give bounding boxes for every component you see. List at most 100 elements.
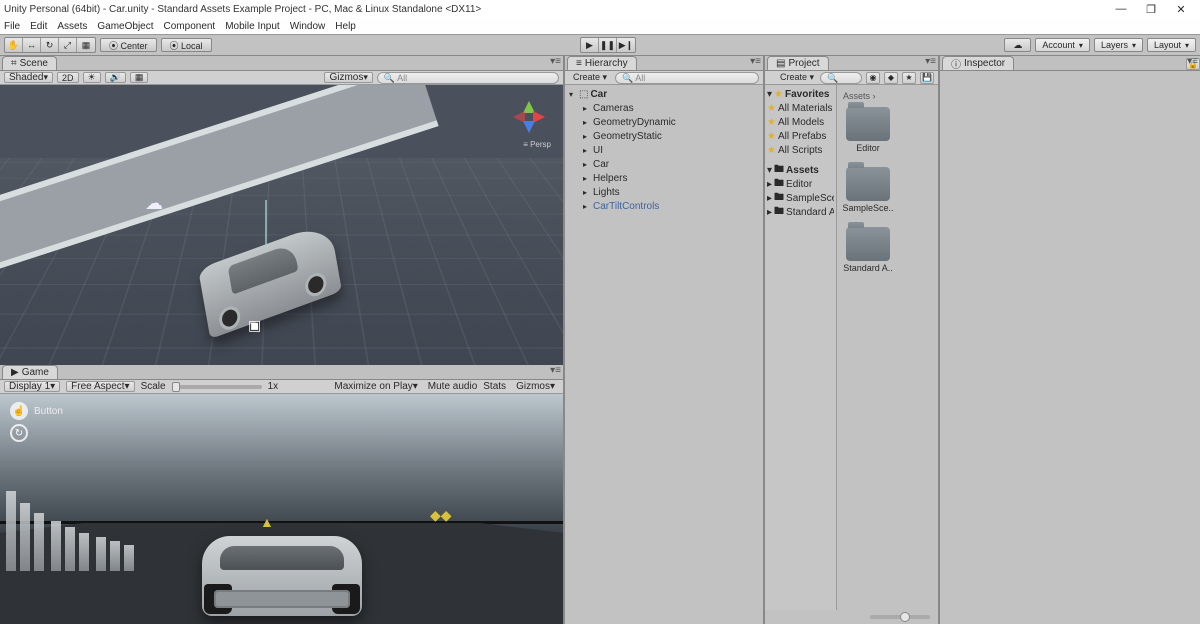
favorite-item[interactable]: ★All Models <box>767 115 834 129</box>
foldout-icon[interactable] <box>583 159 591 170</box>
scale-tool-button[interactable]: ⤢ <box>59 38 77 52</box>
project-create-button[interactable]: Create ▾ <box>776 72 818 83</box>
asset-tree-item[interactable]: ▸🖿Editor <box>767 177 834 191</box>
game-view[interactable]: ▲ ◆◆ ☝ Button ↻ <box>0 394 563 624</box>
gv-ui-button[interactable]: ☝ Button <box>10 402 63 420</box>
hierarchy-item[interactable]: Cameras <box>567 101 761 115</box>
favorite-item[interactable]: ★All Materials <box>767 101 834 115</box>
window-close-button[interactable]: ✕ <box>1166 0 1196 18</box>
scene-pane-menu[interactable]: ▾≡ <box>550 56 561 67</box>
foldout-icon[interactable]: ▸ <box>767 207 772 218</box>
asset-tree-item[interactable]: ▸🖿Standard As <box>767 205 834 219</box>
hierarchy-item[interactable]: Car <box>567 157 761 171</box>
menu-help[interactable]: Help <box>335 21 356 32</box>
layout-dropdown[interactable]: Layout <box>1147 38 1196 52</box>
asset-folder[interactable]: Standard A.. <box>843 227 893 273</box>
hierarchy-item[interactable]: GeometryStatic <box>567 129 761 143</box>
foldout-icon[interactable]: ▾ <box>767 89 772 100</box>
pivot-center-toggle[interactable]: ⦿ Center <box>100 38 157 52</box>
menu-mobileinput[interactable]: Mobile Input <box>225 21 279 32</box>
search-filter-asset-button[interactable]: ◉ <box>866 72 880 84</box>
project-tab[interactable]: ▤ Project <box>767 56 829 70</box>
hierarchy-tab[interactable]: ≡ Hierarchy <box>567 56 637 70</box>
favorite-item[interactable]: ★All Scripts <box>767 143 834 157</box>
rotate-tool-button[interactable]: ↻ <box>41 38 59 52</box>
asset-tree-item[interactable]: ▸🖿SampleScen <box>767 191 834 205</box>
foldout-icon[interactable] <box>583 145 591 156</box>
inspector-pane-menu[interactable]: ▾≡ <box>1187 56 1198 67</box>
scene-root-row[interactable]: ⬚ Car <box>567 87 761 101</box>
foldout-icon[interactable] <box>569 89 577 100</box>
menu-gameobject[interactable]: GameObject <box>97 21 153 32</box>
menu-window[interactable]: Window <box>290 21 326 32</box>
window-minimize-button[interactable]: — <box>1106 0 1136 18</box>
stats-toggle[interactable]: Stats <box>483 381 506 392</box>
move-tool-button[interactable]: ↔ <box>23 38 41 52</box>
window-maximize-button[interactable]: ❐ <box>1136 0 1166 18</box>
scene-search-input[interactable]: 🔍 All <box>377 72 559 84</box>
orientation-gizmo[interactable]: ≡ Persp <box>507 95 551 139</box>
project-pane-menu[interactable]: ▾≡ <box>925 56 936 67</box>
hand-tool-button[interactable]: ✋ <box>5 38 23 52</box>
search-filter-label-button[interactable]: ★ <box>902 72 916 84</box>
hierarchy-search-input[interactable]: 🔍 All <box>615 72 759 84</box>
game-gizmos-dropdown[interactable]: Gizmos <box>512 381 559 392</box>
layers-dropdown[interactable]: Layers <box>1094 38 1143 52</box>
menu-edit[interactable]: Edit <box>30 21 47 32</box>
scene-tab[interactable]: ⌗ Scene <box>2 56 57 70</box>
hierarchy-item[interactable]: UI <box>567 143 761 157</box>
gizmo-z-axis-icon[interactable] <box>523 121 535 139</box>
scene-2d-toggle[interactable]: 2D <box>57 72 79 83</box>
scene-view[interactable]: ☁ ▣ ≡ Persp <box>0 85 563 365</box>
display-dropdown[interactable]: Display 1 <box>4 381 60 392</box>
foldout-icon[interactable] <box>583 103 591 114</box>
hierarchy-pane-menu[interactable]: ▾≡ <box>750 56 761 67</box>
game-pane-menu[interactable]: ▾≡ <box>550 365 561 376</box>
account-dropdown[interactable]: Account <box>1035 38 1090 52</box>
project-breadcrumb[interactable]: Assets › <box>843 91 932 101</box>
search-save-button[interactable]: 💾 <box>920 72 934 84</box>
gizmo-x-axis-icon[interactable] <box>533 111 551 123</box>
scene-light-toggle[interactable]: ☀ <box>83 72 101 83</box>
asset-folder[interactable]: SampleSce.. <box>843 167 893 213</box>
hierarchy-item[interactable]: GeometryDynamic <box>567 115 761 129</box>
foldout-icon[interactable] <box>583 173 591 184</box>
hierarchy-item[interactable]: Helpers <box>567 171 761 185</box>
scene-audio-toggle[interactable]: 🔊 <box>105 72 126 83</box>
aspect-dropdown[interactable]: Free Aspect <box>66 381 134 392</box>
maximize-on-play-toggle[interactable]: Maximize on Play <box>330 381 421 392</box>
game-tab[interactable]: ▶ Game <box>2 365 58 379</box>
thumbnail-size-slider[interactable] <box>870 615 930 619</box>
project-asset-grid[interactable]: Assets › Editor SampleSce.. Standard A.. <box>837 85 938 610</box>
favorite-item[interactable]: ★All Prefabs <box>767 129 834 143</box>
menu-file[interactable]: File <box>4 21 20 32</box>
foldout-icon[interactable] <box>583 117 591 128</box>
menu-assets[interactable]: Assets <box>57 21 87 32</box>
gizmos-dropdown[interactable]: Gizmos ▾ <box>324 72 372 83</box>
shading-dropdown[interactable]: Shaded ▾ <box>4 72 53 83</box>
assets-header[interactable]: ▾🖿Assets <box>767 163 834 177</box>
rect-tool-button[interactable]: ▦ <box>77 38 95 52</box>
menu-component[interactable]: Component <box>164 21 216 32</box>
foldout-icon[interactable]: ▸ <box>767 179 772 190</box>
hierarchy-item-selected[interactable]: CarTiltControls <box>567 199 761 213</box>
gv-ui-refresh-button[interactable]: ↻ <box>10 424 28 442</box>
gizmo-persp-label[interactable]: ≡ Persp <box>523 140 551 149</box>
project-search-input[interactable]: 🔍 <box>820 72 862 84</box>
foldout-icon[interactable] <box>583 131 591 142</box>
cloud-button[interactable]: ☁ <box>1004 38 1031 52</box>
favorites-header[interactable]: ▾★Favorites <box>767 87 834 101</box>
foldout-icon[interactable]: ▾ <box>767 165 772 176</box>
foldout-icon[interactable]: ▸ <box>767 193 772 204</box>
hierarchy-item[interactable]: Lights <box>567 185 761 199</box>
pivot-local-toggle[interactable]: ⦿ Local <box>161 38 212 52</box>
search-filter-type-button[interactable]: ◆ <box>884 72 898 84</box>
mute-audio-toggle[interactable]: Mute audio <box>428 381 477 392</box>
asset-folder[interactable]: Editor <box>843 107 893 153</box>
scale-slider[interactable] <box>172 385 262 389</box>
pause-button[interactable]: ❚❚ <box>599 38 617 52</box>
step-button[interactable]: ▶❙ <box>617 38 635 52</box>
play-button[interactable]: ▶ <box>581 38 599 52</box>
scene-fx-toggle[interactable]: ▦ <box>130 72 149 83</box>
foldout-icon[interactable] <box>583 187 591 198</box>
